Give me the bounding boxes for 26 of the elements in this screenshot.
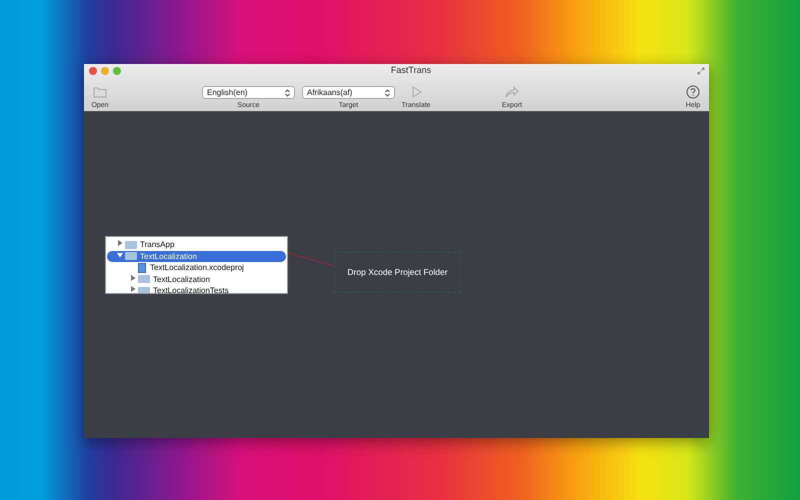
tree-item[interactable]: TextLocalization [107, 274, 286, 285]
disclosure-triangle-icon[interactable] [130, 286, 136, 292]
project-file-icon [138, 262, 146, 273]
window-title: FastTrans [390, 64, 432, 78]
disclosure-triangle-icon[interactable] [130, 274, 136, 281]
disclosure-triangle-icon[interactable] [117, 252, 123, 258]
close-button[interactable] [89, 66, 97, 75]
folder-icon [125, 252, 137, 260]
language-select[interactable]: Afrikaans(af) [302, 86, 395, 99]
zoom-button[interactable] [113, 66, 121, 75]
disclosure-triangle-icon[interactable] [117, 240, 123, 246]
minimize-button[interactable] [101, 66, 109, 75]
tree-item[interactable]: TextLocalization.xcodeproj [107, 262, 286, 274]
tree-item[interactable]: TextLocalizationTests [107, 285, 286, 293]
folder-icon [138, 275, 150, 284]
folder-icon [125, 240, 137, 249]
tree-item[interactable]: TextLocalization [107, 250, 286, 262]
stepper-arrows-icon [285, 88, 290, 96]
language-select[interactable]: English(en) [202, 86, 295, 99]
drop-zone[interactable]: Drop Xcode Project Folder [334, 252, 461, 293]
fullscreen-icon[interactable] [697, 66, 705, 75]
folder-icon [138, 286, 150, 293]
help-icon[interactable] [686, 85, 700, 99]
drop-zone-label: Drop Xcode Project Folder [347, 266, 448, 279]
stepper-arrows-icon [385, 88, 390, 96]
tree-item[interactable]: TransApp [107, 239, 286, 250]
